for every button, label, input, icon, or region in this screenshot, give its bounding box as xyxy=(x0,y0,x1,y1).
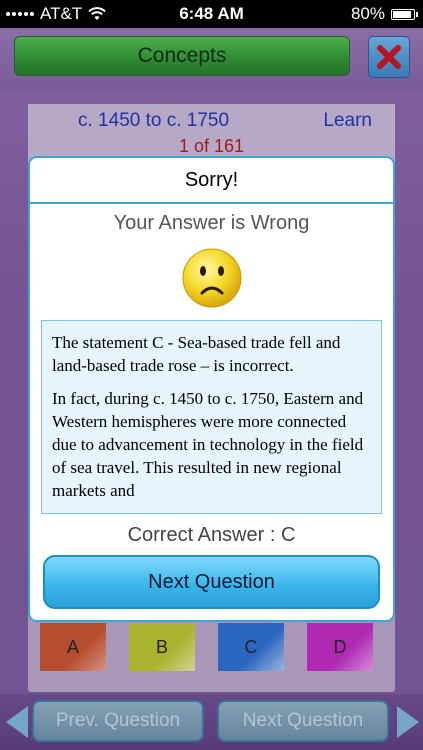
result-dialog: Sorry! Your Answer is Wrong The statemen… xyxy=(28,156,395,622)
battery-icon xyxy=(391,8,418,20)
app-screen: Concepts c. 1450 to c. 1750 Learn 1 of 1… xyxy=(0,28,423,750)
explanation-box[interactable]: The statement C - Sea-based trade fell a… xyxy=(41,320,382,514)
next-question-button[interactable]: Next Question xyxy=(43,555,380,609)
explanation-paragraph-1: The statement C - Sea-based trade fell a… xyxy=(52,333,341,375)
explanation-paragraph-2: In fact, during c. 1450 to c. 1750, East… xyxy=(52,389,364,500)
status-bar: AT&T 6:48 AM 80% xyxy=(0,0,423,28)
dialog-title: Sorry! xyxy=(30,158,393,204)
battery-percent: 80% xyxy=(350,4,385,23)
battery-level-fill xyxy=(393,10,411,18)
result-heading: Your Answer is Wrong xyxy=(113,212,310,234)
sad-face-icon xyxy=(182,248,242,308)
correct-answer-label: Correct Answer : C xyxy=(127,524,296,546)
battery-group: 80% xyxy=(350,4,418,24)
